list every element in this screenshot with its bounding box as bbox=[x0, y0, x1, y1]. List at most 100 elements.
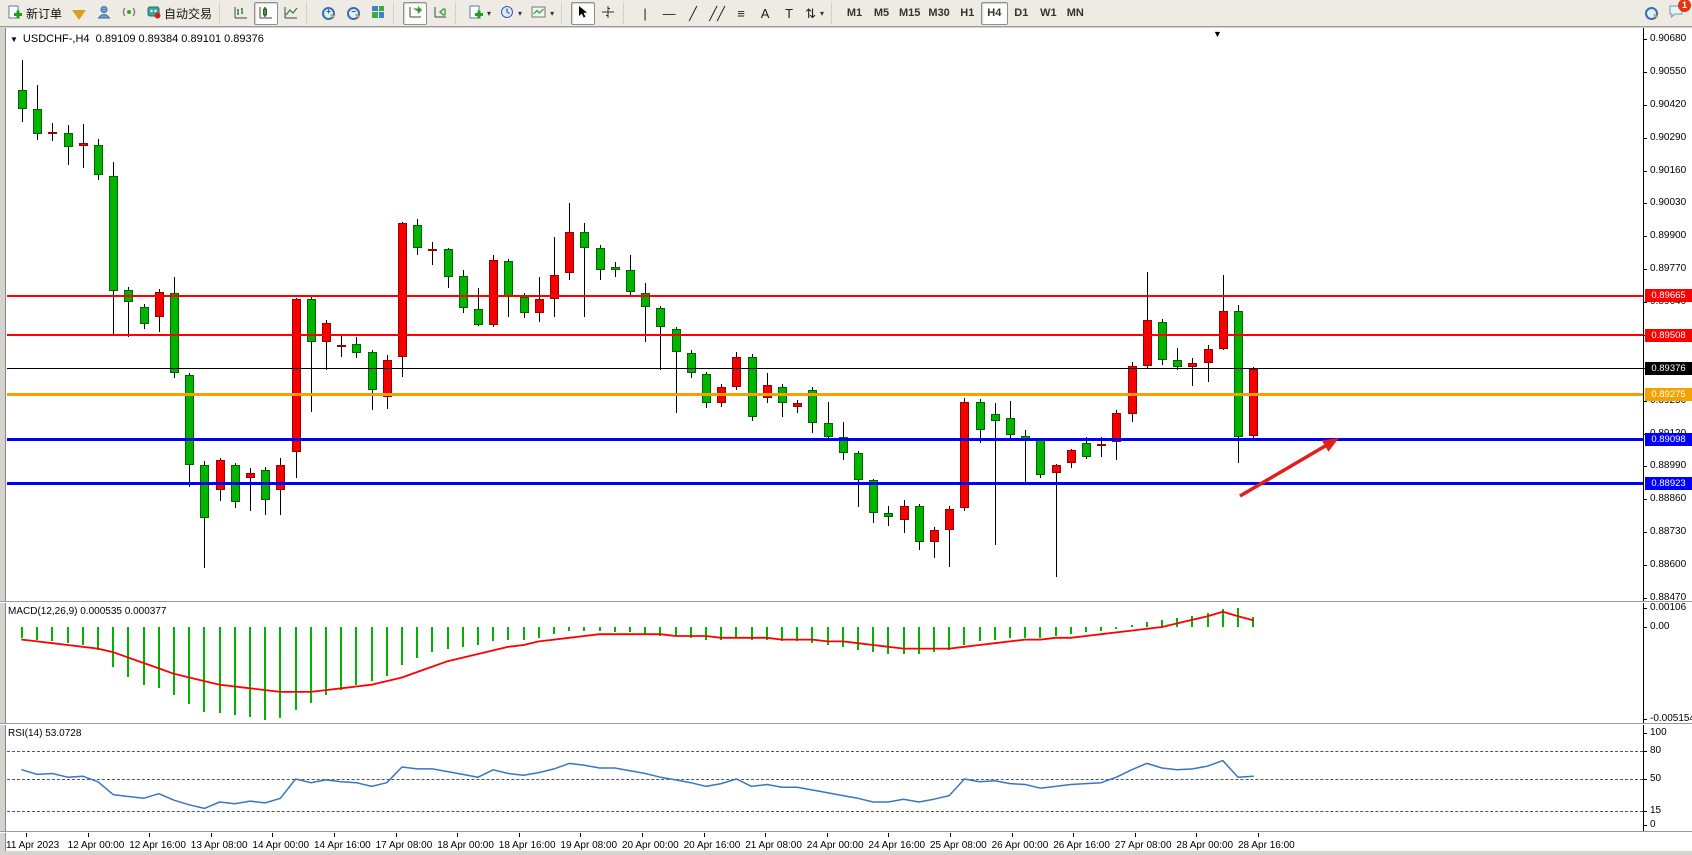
timeframe-m30-button[interactable]: M30 bbox=[924, 2, 953, 25]
macd-histogram-bar bbox=[462, 627, 464, 647]
timeframe-m5-button[interactable]: M5 bbox=[868, 2, 895, 25]
timeframe-mn-button[interactable]: MN bbox=[1062, 2, 1089, 25]
equidistant-channel-button[interactable]: ╱╱ bbox=[705, 2, 729, 25]
indicators-icon bbox=[469, 5, 483, 22]
bar-chart-button[interactable] bbox=[229, 2, 253, 25]
vertical-line-button[interactable]: | bbox=[633, 2, 657, 25]
styler-button[interactable] bbox=[67, 2, 91, 25]
time-tick-label: 14 Apr 00:00 bbox=[252, 840, 309, 851]
candle-body bbox=[1052, 465, 1061, 473]
macd-histogram-bar bbox=[173, 627, 175, 695]
time-tick-label: 20 Apr 00:00 bbox=[622, 840, 679, 851]
candle-body bbox=[1173, 360, 1182, 367]
arrows-button[interactable]: ⇅▾ bbox=[801, 2, 828, 25]
chart-window[interactable]: ▼USDCHF-,H4 0.89109 0.89384 0.89101 0.89… bbox=[0, 28, 1692, 851]
time-tick-label: 28 Apr 16:00 bbox=[1238, 840, 1295, 851]
macd-histogram-bar bbox=[1100, 627, 1102, 631]
profile-button[interactable] bbox=[92, 2, 116, 25]
support-1-line[interactable] bbox=[7, 438, 1643, 441]
indicators-button[interactable]: ▾ bbox=[465, 2, 495, 25]
panel-divider-3[interactable] bbox=[0, 831, 1692, 833]
timeframe-m1-button[interactable]: M1 bbox=[841, 2, 868, 25]
zoom-out-icon: − bbox=[347, 7, 359, 19]
panel-divider-1[interactable] bbox=[0, 601, 1692, 603]
search-button[interactable] bbox=[1639, 2, 1663, 25]
chevron-down-icon[interactable]: ▼ bbox=[10, 35, 18, 44]
autotrading-icon bbox=[146, 4, 161, 22]
macd-histogram-bar bbox=[1207, 613, 1209, 627]
notifications-button[interactable]: 1 bbox=[1664, 2, 1688, 25]
ohlc-values: 0.89109 0.89384 0.89101 0.89376 bbox=[96, 33, 264, 45]
candlestick-chart-button[interactable] bbox=[254, 2, 278, 25]
periods-button[interactable]: ▾ bbox=[496, 2, 526, 25]
price-tick-label: 0.90290 bbox=[1650, 132, 1686, 143]
timeframe-m15-button[interactable]: M15 bbox=[895, 2, 924, 25]
candle-body bbox=[580, 232, 589, 249]
new-order-button[interactable]: 新订单 bbox=[4, 2, 66, 25]
candle-body bbox=[732, 357, 741, 387]
candle-body bbox=[596, 248, 605, 270]
auto-scroll-button[interactable] bbox=[403, 2, 427, 25]
timeframe-h4-button[interactable]: H4 bbox=[981, 2, 1008, 25]
chevron-down-icon: ▾ bbox=[820, 9, 824, 18]
pivot-line[interactable] bbox=[7, 393, 1643, 396]
macd-histogram-bar bbox=[675, 627, 677, 636]
macd-histogram-bar bbox=[781, 627, 783, 641]
current-price-line[interactable] bbox=[7, 368, 1643, 369]
macd-histogram-bar bbox=[264, 627, 266, 720]
macd-histogram-bar bbox=[143, 627, 145, 685]
candle-body bbox=[383, 360, 392, 397]
timeframe-h1-button[interactable]: H1 bbox=[954, 2, 981, 25]
candle-wick bbox=[432, 242, 433, 265]
candle-body bbox=[216, 460, 225, 490]
macd-histogram-bar bbox=[720, 627, 722, 640]
annotation-arrow-line[interactable] bbox=[1240, 442, 1332, 496]
time-tick bbox=[26, 833, 27, 837]
autotrading-button[interactable]: 自动交易 bbox=[142, 2, 216, 25]
text-label-button[interactable]: T bbox=[777, 2, 801, 25]
macd-histogram-bar bbox=[279, 627, 281, 718]
toolbar-separator bbox=[306, 3, 313, 24]
price-tick bbox=[1643, 105, 1647, 106]
candle-body bbox=[930, 530, 939, 542]
rsi-level-50 bbox=[7, 779, 1643, 780]
crosshair-button[interactable] bbox=[596, 2, 620, 25]
candle-body bbox=[474, 309, 483, 325]
cursor-button[interactable] bbox=[571, 2, 595, 25]
notification-badge: 1 bbox=[1678, 0, 1691, 12]
support-2-line[interactable] bbox=[7, 482, 1643, 485]
templates-button[interactable]: ▾ bbox=[527, 2, 558, 25]
macd-histogram-bar bbox=[127, 627, 129, 677]
fibonacci-button[interactable]: ≡ bbox=[729, 2, 753, 25]
candle-body bbox=[276, 465, 285, 490]
time-tick bbox=[396, 833, 397, 837]
candle-body bbox=[368, 352, 377, 390]
timeframe-d1-button[interactable]: D1 bbox=[1008, 2, 1035, 25]
vertical-line-icon: | bbox=[643, 7, 646, 20]
candle-body bbox=[352, 344, 361, 354]
candle-wick bbox=[995, 403, 996, 545]
trendline-button[interactable]: ╱ bbox=[681, 2, 705, 25]
candle-body bbox=[854, 453, 863, 480]
timeframe-w1-button[interactable]: W1 bbox=[1035, 2, 1062, 25]
zoom-out-button[interactable]: − bbox=[341, 2, 365, 25]
panel-divider-2[interactable] bbox=[0, 723, 1692, 725]
line-chart-button[interactable] bbox=[279, 2, 303, 25]
time-tick bbox=[827, 833, 828, 837]
macd-histogram-bar bbox=[1237, 608, 1239, 627]
candle-body bbox=[413, 225, 422, 248]
horizontal-line-button[interactable]: — bbox=[657, 2, 681, 25]
signal-button[interactable] bbox=[117, 2, 141, 25]
candle-body bbox=[520, 297, 529, 314]
resistance-1-line[interactable] bbox=[7, 295, 1643, 297]
zoom-in-button[interactable]: + bbox=[316, 2, 340, 25]
rsi-axis-label: 50 bbox=[1650, 773, 1661, 784]
text-button[interactable]: A bbox=[753, 2, 777, 25]
candle-body bbox=[900, 506, 909, 519]
candle-body bbox=[459, 276, 468, 308]
macd-histogram-bar bbox=[827, 627, 829, 645]
candle-body bbox=[687, 353, 696, 374]
chart-shift-button[interactable] bbox=[428, 2, 452, 25]
resistance-2-line[interactable] bbox=[7, 334, 1643, 336]
tile-windows-button[interactable] bbox=[366, 2, 390, 25]
